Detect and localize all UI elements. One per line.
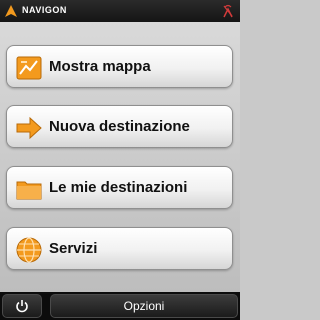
- menu-item-label: Mostra mappa: [49, 58, 151, 75]
- power-icon: [16, 300, 28, 313]
- power-button[interactable]: [2, 294, 42, 318]
- brand-name: NAVIGON: [22, 5, 67, 15]
- my-destinations-button[interactable]: Le mie destinazioni: [6, 166, 233, 209]
- main-menu: Mostra mappa Nuova destinazione Le mie d…: [0, 22, 240, 292]
- arrow-right-icon: [16, 116, 42, 140]
- new-destination-button[interactable]: Nuova destinazione: [6, 105, 233, 148]
- menu-item-label: Le mie destinazioni: [49, 179, 188, 196]
- show-map-button[interactable]: Mostra mappa: [6, 45, 233, 88]
- title-bar: NAVIGON: [0, 0, 240, 22]
- globe-icon: [16, 237, 42, 263]
- map-icon: [16, 56, 42, 80]
- folder-icon: [16, 181, 42, 200]
- bottom-bar: Opzioni: [0, 292, 240, 320]
- navigon-logo-icon: [5, 5, 17, 17]
- menu-item-label: Nuova destinazione: [49, 118, 190, 135]
- services-button[interactable]: Servizi: [6, 227, 233, 270]
- menu-item-label: Servizi: [49, 240, 98, 257]
- gps-signal-icon[interactable]: [221, 3, 235, 19]
- options-button[interactable]: Opzioni: [50, 294, 238, 318]
